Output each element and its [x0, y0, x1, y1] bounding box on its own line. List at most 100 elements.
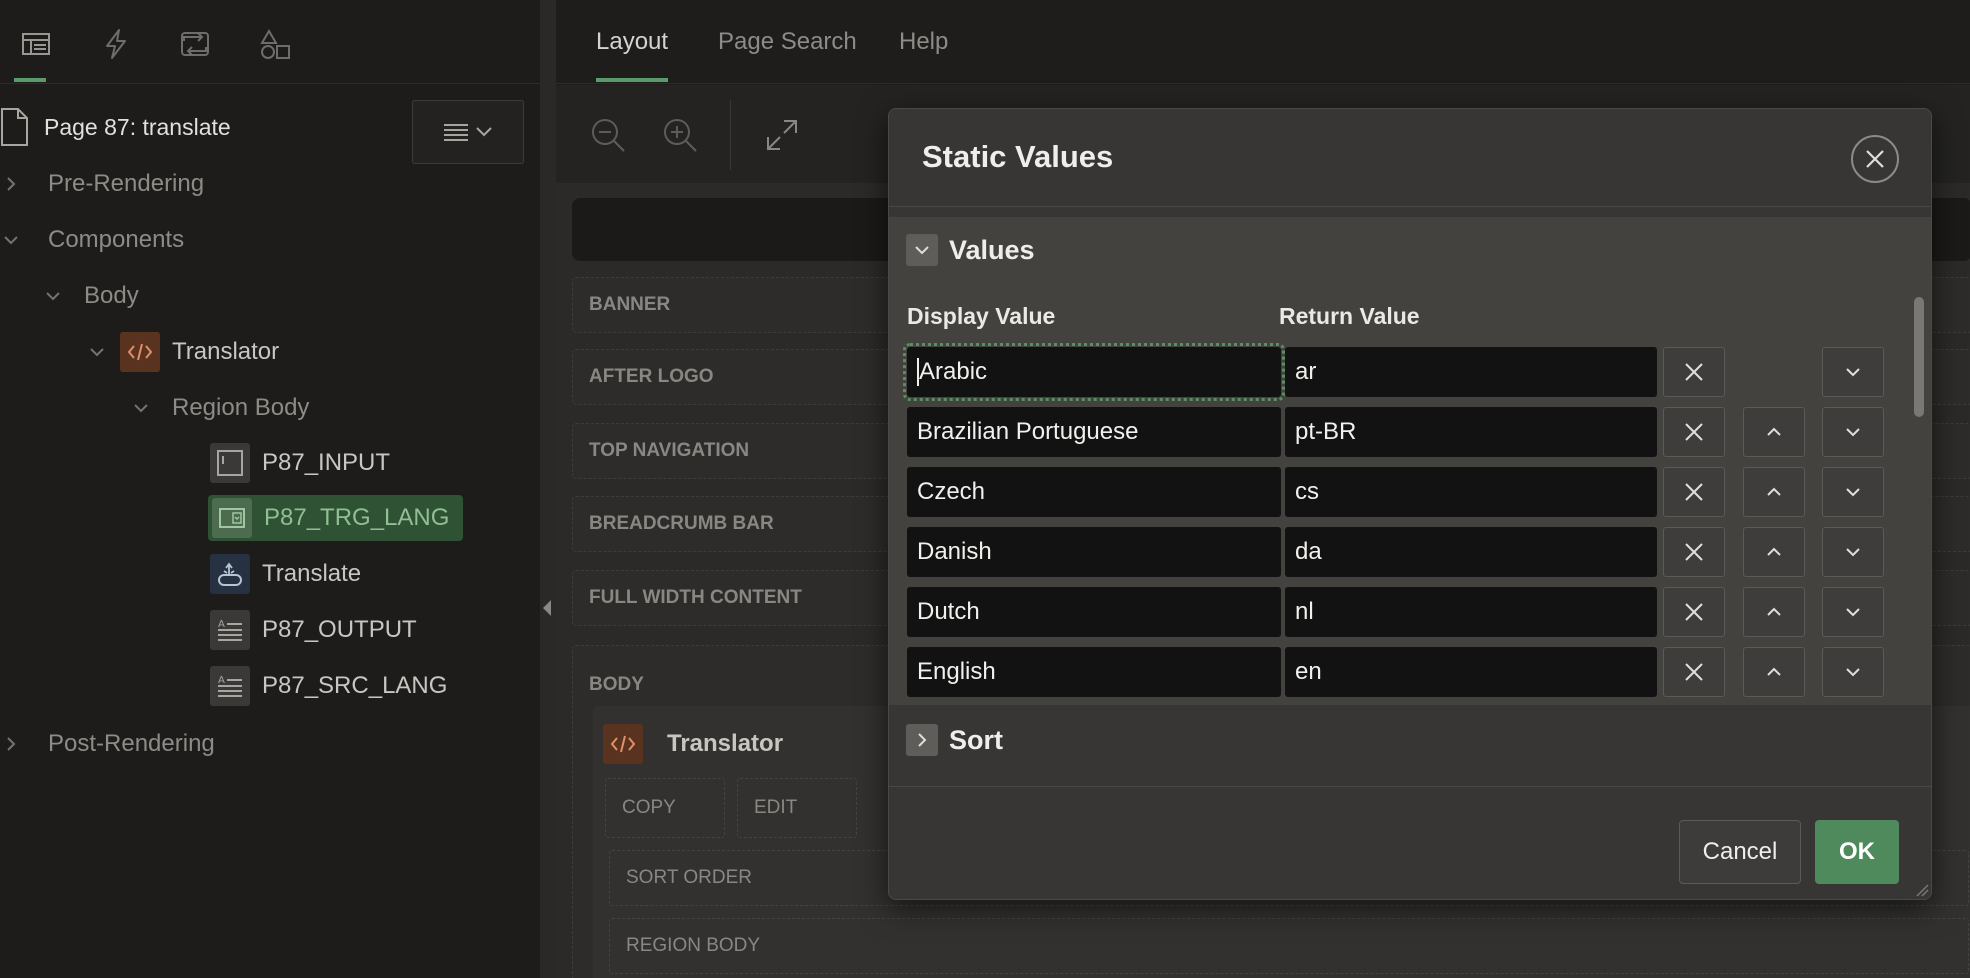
- chevron-down-icon: [1846, 668, 1860, 677]
- tree-item-label: P87_SRC_LANG: [262, 672, 448, 699]
- selected-item-highlight[interactable]: P87_TRG_LANG: [208, 495, 464, 541]
- shared-components-tab[interactable]: [253, 22, 297, 66]
- chevron-down-icon: [130, 397, 152, 419]
- move-up-button[interactable]: [1743, 407, 1805, 457]
- tree-node-post-rendering[interactable]: Post-Rendering: [0, 722, 215, 766]
- text-field-icon: [210, 443, 250, 483]
- expand-icon[interactable]: [762, 115, 802, 155]
- tree-node-components[interactable]: Components: [0, 218, 184, 262]
- chevron-right-icon: [918, 733, 927, 747]
- tree-item-p87-src-lang[interactable]: A P87_SRC_LANG: [210, 664, 447, 708]
- column-header-display-value: Display Value: [907, 303, 1056, 329]
- tree-node-region-body[interactable]: Region Body: [130, 386, 309, 430]
- tree-node-pre-rendering[interactable]: Pre-Rendering: [0, 162, 204, 206]
- dynamic-actions-icon: [106, 29, 126, 59]
- slot-region-body[interactable]: REGION BODY: [609, 918, 1969, 974]
- code-region-icon: [603, 724, 643, 764]
- sort-expand-toggle[interactable]: [906, 724, 938, 756]
- return-value-input[interactable]: en: [1285, 647, 1657, 697]
- close-icon: [1685, 483, 1703, 501]
- move-down-button[interactable]: [1822, 527, 1884, 577]
- move-up-button[interactable]: [1743, 647, 1805, 697]
- processing-tab[interactable]: [173, 22, 217, 66]
- values-scrollbar[interactable]: [1914, 297, 1924, 417]
- tree-toolbar: [0, 0, 540, 84]
- display-value-input[interactable]: Czech: [907, 467, 1281, 517]
- chevron-down-icon: [86, 341, 108, 363]
- tab-page-search[interactable]: Page Search: [718, 28, 857, 56]
- values-section-title: Values: [949, 235, 1035, 265]
- collapse-arrow-icon[interactable]: [543, 600, 551, 616]
- tree-node-label: Body: [84, 282, 139, 309]
- remove-row-button[interactable]: [1663, 647, 1725, 697]
- dialog-header: Static Values: [889, 109, 1931, 207]
- button-icon: [210, 554, 250, 594]
- chevron-down-icon: [1846, 608, 1860, 617]
- code-region-icon: [120, 332, 160, 372]
- chevron-down-icon: [0, 229, 22, 251]
- move-down-button[interactable]: [1822, 407, 1884, 457]
- ok-button[interactable]: OK: [1815, 820, 1899, 884]
- rendering-tree-tab[interactable]: [14, 22, 58, 82]
- values-collapse-toggle[interactable]: [906, 234, 938, 266]
- remove-row-button[interactable]: [1663, 587, 1725, 637]
- move-down-button[interactable]: [1822, 587, 1884, 637]
- dialog-body: Values Display Value Return Value Arabic…: [889, 217, 1931, 787]
- remove-row-button[interactable]: [1663, 347, 1725, 397]
- display-value-input[interactable]: English: [907, 647, 1281, 697]
- component-tree-panel: Page 87: translate Pre-Rendering Compone…: [0, 0, 540, 978]
- dynamic-actions-tab[interactable]: [94, 22, 138, 66]
- page-node[interactable]: Page 87: translate: [0, 104, 231, 150]
- panel-splitter[interactable]: [540, 0, 556, 978]
- zoom-in-icon[interactable]: [660, 115, 700, 155]
- sort-section: Sort: [889, 705, 1931, 785]
- display-value-input[interactable]: Arabic: [903, 343, 1285, 401]
- tree-item-p87-output[interactable]: A P87_OUTPUT: [210, 608, 417, 652]
- page-document-icon: [1, 108, 28, 146]
- tree-menu-button[interactable]: [412, 100, 524, 164]
- tab-layout[interactable]: Layout: [596, 28, 669, 82]
- tree-item-p87-input[interactable]: P87_INPUT: [210, 441, 390, 485]
- tree-item-label: Translate: [262, 560, 362, 587]
- move-up-button[interactable]: [1743, 527, 1805, 577]
- tree-node-body[interactable]: Body: [42, 274, 139, 318]
- return-value-input[interactable]: cs: [1285, 467, 1657, 517]
- remove-row-button[interactable]: [1663, 407, 1725, 457]
- tree-item-p87-trg-lang[interactable]: P87_TRG_LANG: [208, 495, 464, 541]
- display-value-input[interactable]: Danish: [907, 527, 1281, 577]
- close-icon: [1685, 423, 1703, 441]
- chevron-down-icon: [1846, 368, 1860, 377]
- resize-grip-icon[interactable]: [1913, 881, 1929, 897]
- zoom-out-icon[interactable]: [588, 115, 628, 155]
- processing-icon: [181, 32, 209, 56]
- move-down-button[interactable]: [1822, 647, 1884, 697]
- chevron-right-icon: [0, 173, 22, 195]
- move-up-button[interactable]: [1743, 467, 1805, 517]
- display-value-input[interactable]: Brazilian Portuguese: [907, 407, 1281, 457]
- dialog-title: Static Values: [922, 139, 1114, 174]
- slot-edit[interactable]: EDIT: [737, 778, 857, 838]
- remove-row-button[interactable]: [1663, 527, 1725, 577]
- move-down-button[interactable]: [1822, 467, 1884, 517]
- move-down-button[interactable]: [1822, 347, 1884, 397]
- remove-row-button[interactable]: [1663, 467, 1725, 517]
- chevron-down-icon: [1846, 488, 1860, 497]
- textarea-icon: A: [210, 666, 250, 706]
- close-button[interactable]: [1851, 135, 1899, 183]
- chevron-down-icon: [42, 285, 64, 307]
- tree-node-translator[interactable]: Translator: [86, 330, 279, 374]
- svg-text:A: A: [218, 619, 225, 630]
- display-value-input[interactable]: Dutch: [907, 587, 1281, 637]
- chevron-up-icon: [1767, 427, 1781, 436]
- return-value-input[interactable]: da: [1285, 527, 1657, 577]
- return-value-input[interactable]: nl: [1285, 587, 1657, 637]
- cancel-button[interactable]: Cancel: [1679, 820, 1801, 884]
- tree-item-translate[interactable]: Translate: [210, 552, 361, 596]
- tab-help[interactable]: Help: [899, 28, 948, 56]
- return-value-input[interactable]: ar: [1285, 347, 1657, 397]
- rendering-tree-icon: [22, 33, 50, 55]
- move-up-button[interactable]: [1743, 587, 1805, 637]
- slot-copy[interactable]: COPY: [605, 778, 725, 838]
- return-value-input[interactable]: pt-BR: [1285, 407, 1657, 457]
- chevron-up-icon: [1767, 667, 1781, 676]
